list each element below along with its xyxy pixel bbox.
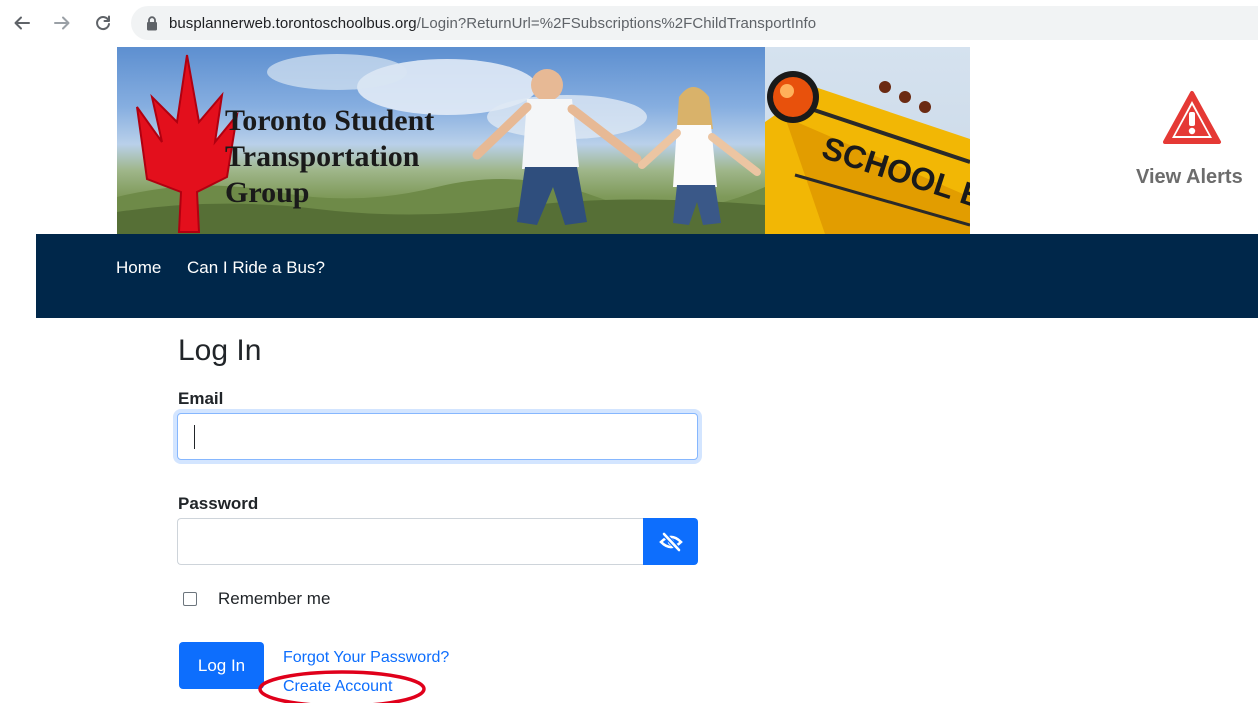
password-label: Password (178, 494, 259, 513)
banner-photo-children: Toronto Student Transportation Group (117, 47, 765, 234)
banner-title: Toronto Student Transportation Group (225, 104, 435, 209)
remember-me-row: Remember me (183, 589, 330, 609)
password-input[interactable] (177, 518, 643, 565)
banner-photo-school-bus: SCHOOL BUS (765, 47, 970, 234)
nav-item-can-i-ride-a-bus[interactable]: Can I Ride a Bus? (187, 258, 325, 278)
email-label: Email (178, 389, 224, 408)
view-alerts-link[interactable]: View Alerts (1120, 90, 1258, 200)
view-alerts-label: View Alerts (1136, 166, 1243, 188)
header-banner: Toronto Student Transportation Group SCH… (117, 47, 970, 234)
eye-slash-icon (658, 531, 683, 552)
page-title: Log In (178, 334, 262, 367)
reload-icon[interactable] (92, 12, 114, 34)
warning-triangle-icon (1163, 91, 1221, 144)
address-bar[interactable]: busplannerweb.torontoschoolbus.org/Login… (131, 6, 1258, 40)
login-button[interactable]: Log In (179, 642, 264, 689)
main-navbar: Home Can I Ride a Bus? (36, 234, 1258, 318)
back-arrow-icon[interactable] (11, 12, 33, 34)
lock-icon (145, 15, 159, 31)
nav-item-home[interactable]: Home (116, 258, 161, 278)
browser-toolbar: busplannerweb.torontoschoolbus.org/Login… (0, 0, 1258, 46)
email-input[interactable] (177, 413, 698, 460)
remember-me-checkbox[interactable] (183, 592, 197, 606)
forgot-password-link[interactable]: Forgot Your Password? (283, 649, 449, 667)
remember-me-label[interactable]: Remember me (218, 589, 330, 609)
text-caret (194, 425, 195, 449)
forward-arrow-icon[interactable] (51, 12, 73, 34)
red-highlight-circle (258, 670, 426, 703)
toggle-password-visibility-button[interactable] (643, 518, 698, 565)
url-text: busplannerweb.torontoschoolbus.org/Login… (169, 14, 817, 32)
